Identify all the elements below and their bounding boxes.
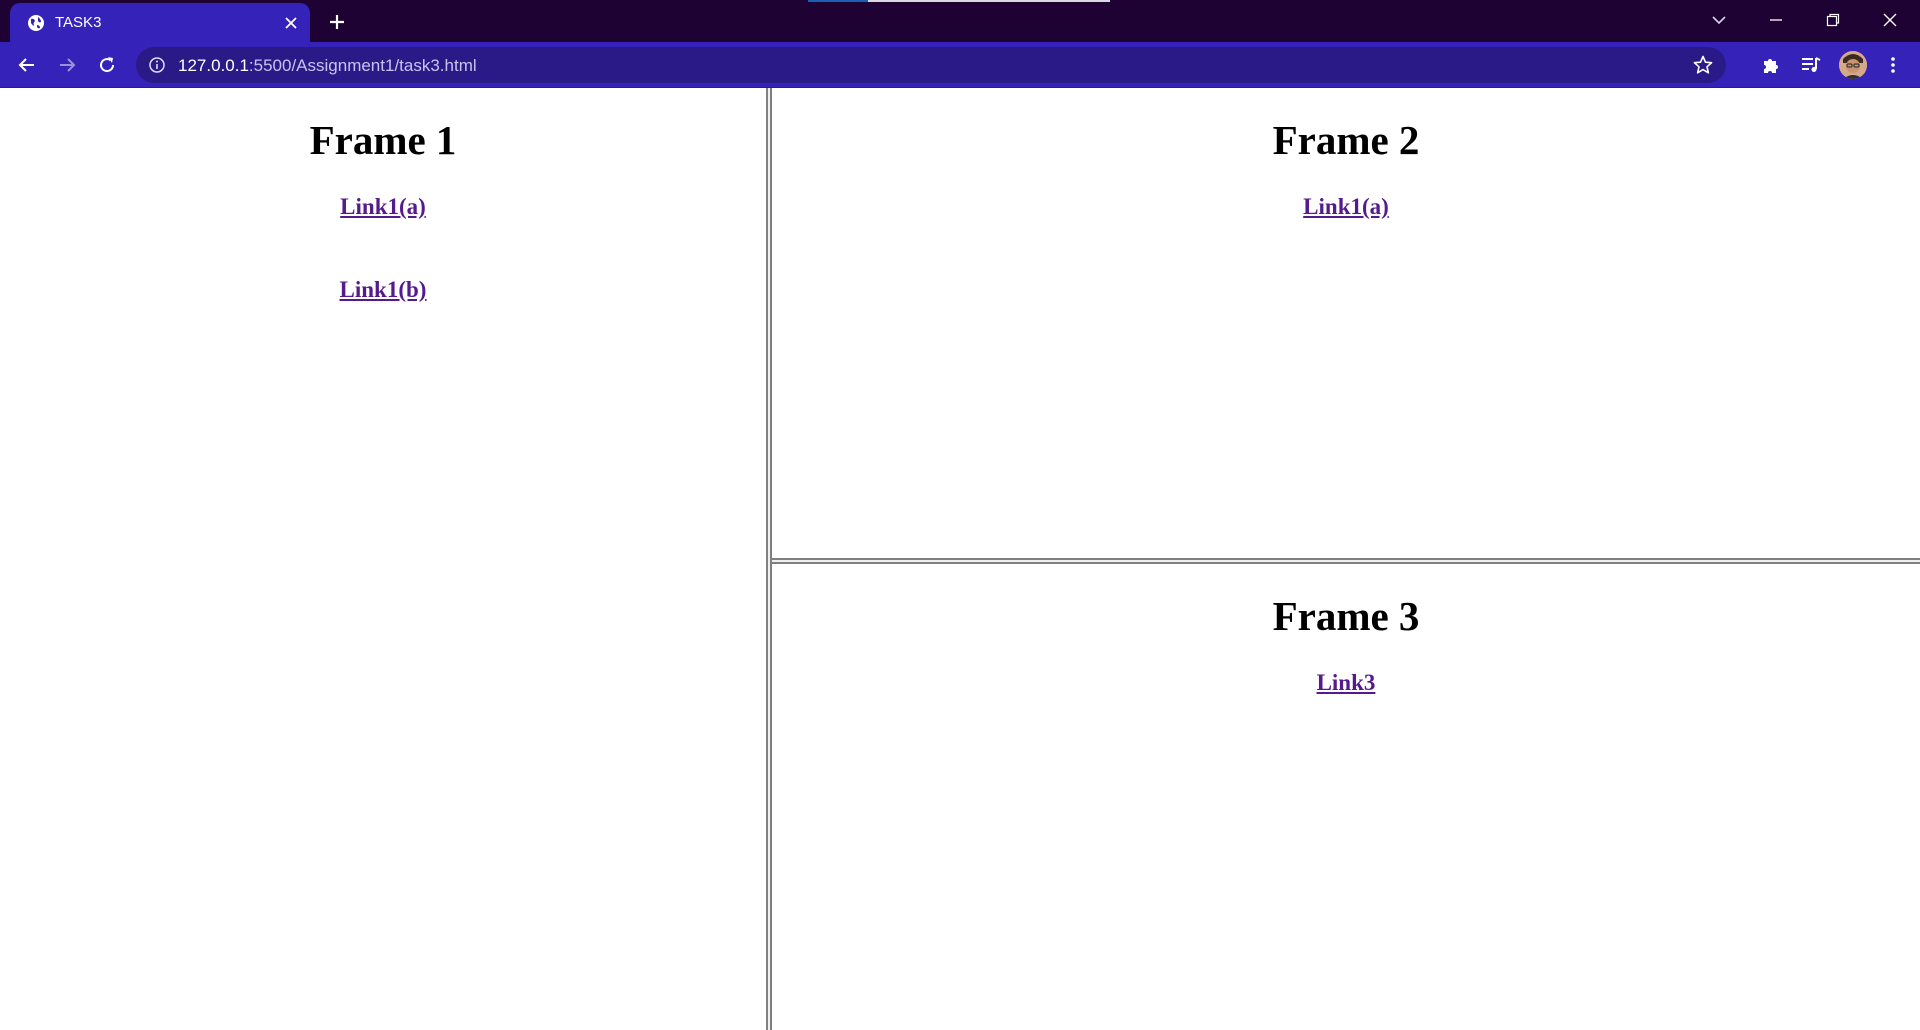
kebab-menu-icon[interactable] [1876, 48, 1910, 82]
link-paragraph: Link1(a) [772, 192, 1920, 225]
arrow-left-icon[interactable] [10, 48, 44, 82]
globe-icon [26, 13, 46, 33]
frame-3: Frame 3 Link3 [772, 564, 1920, 1030]
frame-heading: Frame 1 [309, 117, 457, 163]
tab-search-icon[interactable] [1691, 0, 1747, 40]
url-host: 127.0.0.1 [178, 56, 249, 75]
frame-heading: Frame 2 [1272, 117, 1420, 163]
url-path: :5500/Assignment1/task3.html [248, 56, 477, 75]
restore-icon[interactable] [1805, 0, 1861, 40]
minimize-icon[interactable] [1748, 0, 1804, 40]
reload-icon[interactable] [90, 48, 124, 82]
frame-2: Frame 2 Link1(a) [772, 88, 1920, 558]
link-paragraph: Link1(a) [0, 192, 766, 225]
media-queue-icon[interactable] [1794, 48, 1828, 82]
browser-tab[interactable]: TASK3 [10, 3, 310, 42]
star-icon[interactable] [1692, 54, 1714, 76]
link3-link[interactable]: Link3 [1317, 670, 1376, 695]
address-bar[interactable]: 127.0.0.1:5500/Assignment1/task3.html [136, 47, 1726, 83]
link1a-link[interactable]: Link1(a) [340, 194, 426, 219]
browser-titlebar: TASK3 [0, 0, 1920, 42]
tab-title: TASK3 [55, 14, 102, 31]
link-paragraph: Link1(b) [0, 275, 766, 308]
link1b-link[interactable]: Link1(b) [340, 277, 427, 302]
window-drag-indicator-accent [808, 0, 868, 2]
link-paragraph: Link3 [772, 668, 1920, 701]
browser-toolbar: 127.0.0.1:5500/Assignment1/task3.html [0, 42, 1920, 88]
close-window-icon[interactable] [1862, 0, 1918, 40]
frame-heading: Frame 3 [1272, 593, 1420, 639]
avatar[interactable] [1839, 51, 1867, 79]
plus-icon[interactable] [323, 9, 351, 35]
page-viewport: Frame 1 Link1(a) Link1(b) Frame 2 Link1(… [0, 88, 1920, 1030]
puzzle-icon[interactable] [1754, 48, 1788, 82]
close-icon[interactable] [280, 12, 302, 34]
frame-1: Frame 1 Link1(a) Link1(b) [0, 88, 766, 1030]
url-text[interactable]: 127.0.0.1:5500/Assignment1/task3.html [178, 56, 477, 75]
info-icon[interactable] [148, 56, 166, 74]
link1a-link[interactable]: Link1(a) [1303, 194, 1389, 219]
arrow-right-icon[interactable] [50, 48, 84, 82]
